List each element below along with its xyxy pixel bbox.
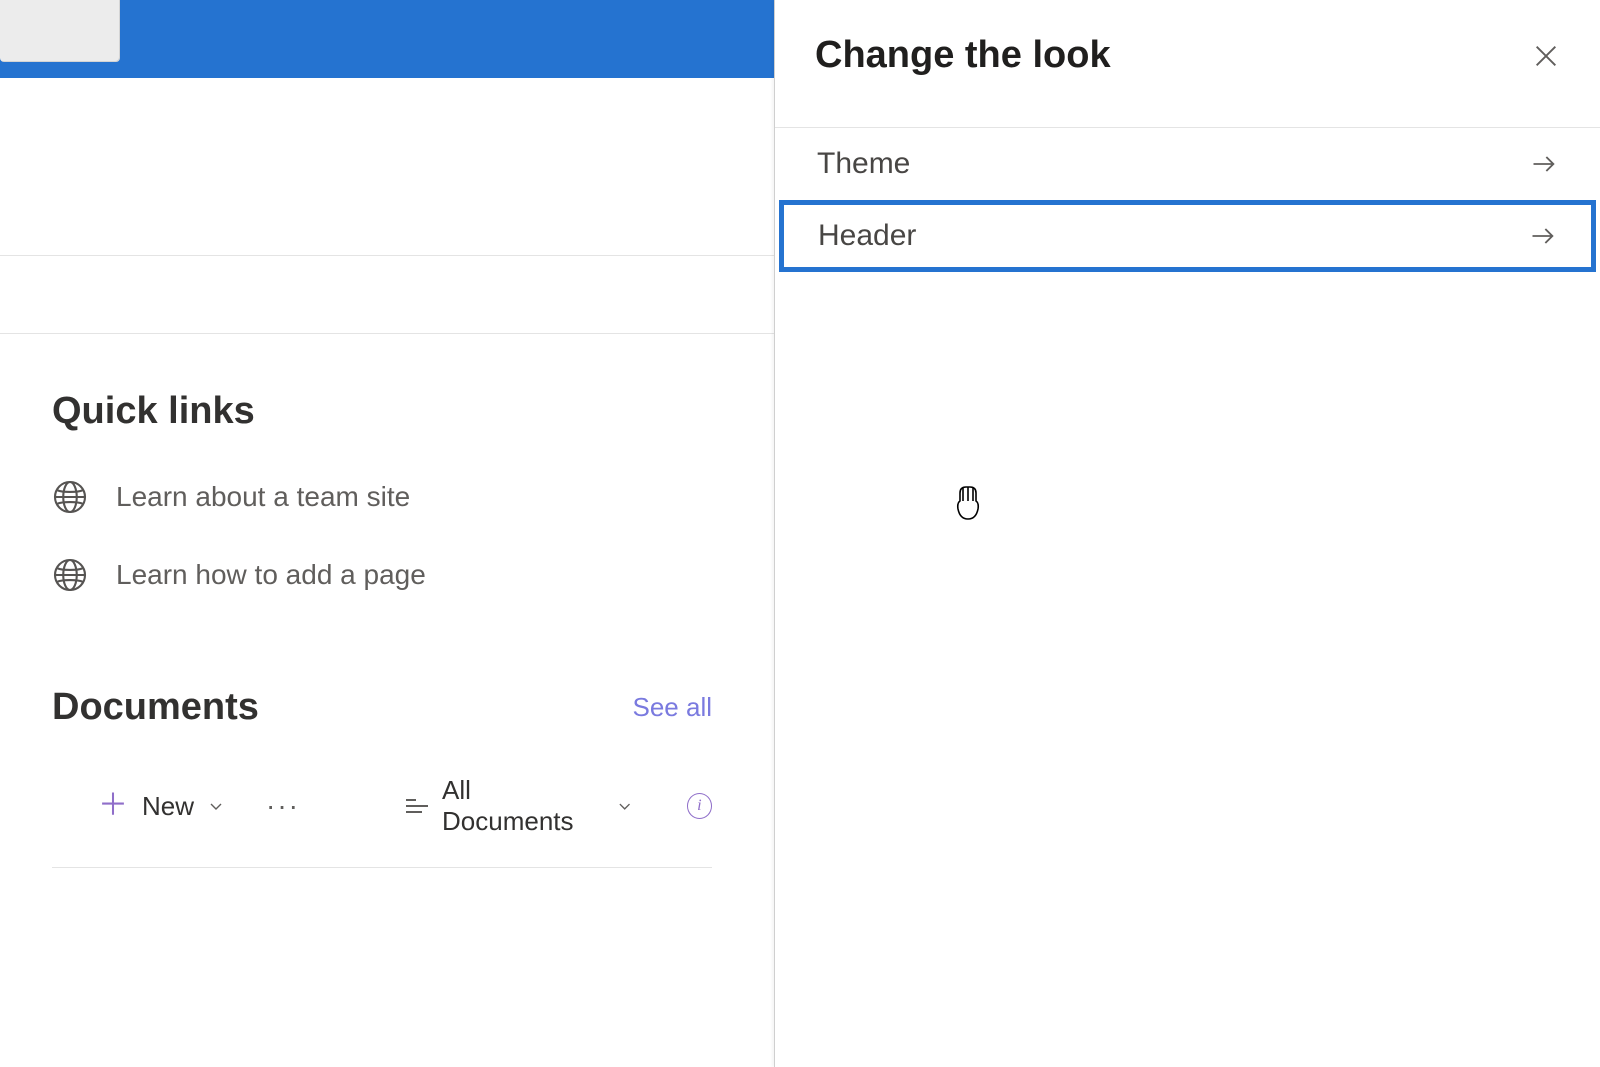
globe-icon <box>52 479 88 515</box>
new-button-label: New <box>142 791 194 822</box>
menu-item-header[interactable]: Header <box>779 200 1596 272</box>
arrow-right-icon <box>1530 150 1558 178</box>
quick-link-item[interactable]: Learn about a team site <box>52 479 712 515</box>
chevron-down-icon <box>208 798 224 814</box>
close-icon[interactable] <box>1532 42 1560 70</box>
chevron-down-icon <box>617 798 632 814</box>
quick-link-label: Learn about a team site <box>116 481 410 513</box>
quick-links-section: Quick links Learn about a team site <box>52 390 712 635</box>
menu-item-label: Theme <box>817 147 910 181</box>
documents-toolbar: ＋ New ··· All Documents i <box>52 775 712 837</box>
view-selector-label: All Documents <box>442 775 603 837</box>
menu-item-theme[interactable]: Theme <box>775 128 1600 200</box>
quick-links-title: Quick links <box>52 390 712 433</box>
main-content: Quick links Learn about a team site <box>0 0 774 1067</box>
panel-title: Change the look <box>815 34 1111 77</box>
change-the-look-panel: Change the look Theme Header <box>775 0 1600 1067</box>
plus-icon: ＋ <box>98 791 128 821</box>
more-options-button[interactable]: ··· <box>266 790 300 822</box>
divider <box>52 867 712 868</box>
documents-section: Documents See all ＋ New ··· All Document… <box>52 686 712 868</box>
list-view-icon <box>406 799 428 813</box>
view-selector[interactable]: All Documents <box>406 775 633 837</box>
info-icon[interactable]: i <box>687 793 712 819</box>
menu-item-label: Header <box>818 219 916 253</box>
panel-header: Change the look <box>775 0 1600 127</box>
arrow-right-icon <box>1529 222 1557 250</box>
documents-title: Documents <box>52 686 259 729</box>
quick-link-item[interactable]: Learn how to add a page <box>52 557 712 593</box>
quick-link-label: Learn how to add a page <box>116 559 426 591</box>
mouse-cursor-icon <box>952 485 984 523</box>
new-button[interactable]: ＋ New <box>98 791 224 822</box>
see-all-link[interactable]: See all <box>633 692 713 723</box>
globe-icon <box>52 557 88 593</box>
